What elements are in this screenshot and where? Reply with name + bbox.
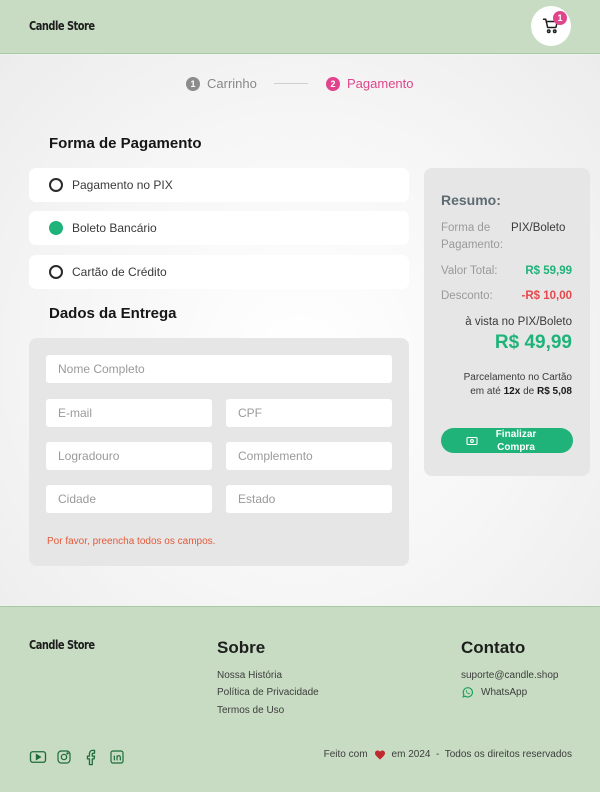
form-error-message: Por favor, preencha todos os campos. xyxy=(47,536,216,547)
summary-pix-label: à vista no PIX/Boleto xyxy=(465,316,572,328)
installments-prefix: em até xyxy=(470,386,501,397)
step-2-label: Pagamento xyxy=(347,76,414,91)
radio-boleto[interactable] xyxy=(49,221,63,235)
youtube-icon xyxy=(29,751,47,763)
name-input[interactable] xyxy=(46,355,392,383)
cart-count-badge: 1 xyxy=(553,11,567,25)
footer-copyright: Feito com em 2024 - Todos os direitos re… xyxy=(324,749,572,760)
footer-contact-title: Contato xyxy=(461,638,526,657)
payment-option-boleto[interactable]: Boleto Bancário xyxy=(29,211,409,245)
whatsapp-icon xyxy=(462,687,473,698)
summary-title: Resumo: xyxy=(441,192,501,208)
footer-link-terms[interactable]: Termos de Uso xyxy=(217,705,284,716)
step-divider xyxy=(274,83,308,84)
finish-purchase-button[interactable]: Finalizar Compra xyxy=(441,428,573,453)
linkedin-link[interactable] xyxy=(108,748,126,766)
city-input[interactable] xyxy=(46,485,212,513)
footer-link-privacy[interactable]: Política de Privacidade xyxy=(217,687,319,698)
finish-purchase-label: Finalizar Compra xyxy=(495,428,537,453)
cart-button[interactable]: 1 xyxy=(531,6,571,46)
step-1-number: 1 xyxy=(186,76,200,91)
site-header: Candle Store 1 xyxy=(0,0,600,54)
site-footer: Candle Store Sobre Nossa História Políti… xyxy=(0,606,600,792)
summary-payment-value: PIX/Boleto xyxy=(511,222,566,234)
step-1-label: Carrinho xyxy=(207,76,257,91)
summary-installments: Parcelamento no Cartão em até 12x de R$ … xyxy=(432,371,572,399)
copyright-prefix: Feito com xyxy=(323,749,368,760)
instagram-link[interactable] xyxy=(55,748,73,766)
payment-option-label: Boleto Bancário xyxy=(72,221,157,235)
summary-discount-label: Desconto: xyxy=(441,290,493,302)
payment-option-pix[interactable]: Pagamento no PIX xyxy=(29,168,409,202)
email-input[interactable] xyxy=(46,399,212,427)
summary-total-value: R$ 59,99 xyxy=(525,265,572,277)
footer-contact-email[interactable]: suporte@candle.shop xyxy=(461,670,558,681)
footer-logo[interactable]: Candle Store xyxy=(29,638,95,652)
installments-value: R$ 5,08 xyxy=(536,386,572,397)
street-input[interactable] xyxy=(46,442,212,470)
radio-card[interactable] xyxy=(49,265,63,279)
footer-contact-whatsapp[interactable]: WhatsApp xyxy=(461,686,527,699)
footer-about-title: Sobre xyxy=(217,638,266,657)
heart-icon xyxy=(374,749,386,760)
payment-option-label: Pagamento no PIX xyxy=(72,178,173,192)
installments-line-1: Parcelamento no Cartão xyxy=(463,372,572,383)
payment-section-title: Forma de Pagamento xyxy=(49,135,202,152)
facebook-icon xyxy=(86,749,96,765)
step-payment[interactable]: 2 Pagamento xyxy=(326,76,414,91)
linkedin-icon xyxy=(110,750,124,764)
facebook-link[interactable] xyxy=(82,748,100,766)
installments-times: 12x xyxy=(503,386,521,397)
complement-input[interactable] xyxy=(226,442,392,470)
footer-link-history[interactable]: Nossa História xyxy=(217,670,282,681)
step-2-number: 2 xyxy=(326,76,340,91)
copyright-suffix: em 2024 - Todos os direitos reservados xyxy=(391,749,572,760)
summary-payment-label: Forma de Pagamento: xyxy=(441,222,504,251)
step-cart[interactable]: 1 Carrinho xyxy=(186,76,257,91)
instagram-icon xyxy=(57,750,71,764)
delivery-section-title: Dados da Entrega xyxy=(49,305,177,322)
summary-discount-value: -R$ 10,00 xyxy=(521,290,572,302)
whatsapp-label: WhatsApp xyxy=(481,687,528,698)
cpf-input[interactable] xyxy=(226,399,392,427)
state-input[interactable] xyxy=(226,485,392,513)
summary-total-label: Valor Total: xyxy=(441,265,498,277)
payment-option-card[interactable]: Cartão de Crédito xyxy=(29,255,409,289)
installments-mid: de xyxy=(523,386,535,397)
header-logo[interactable]: Candle Store xyxy=(29,19,95,33)
money-bill-icon xyxy=(466,436,478,445)
payment-option-label: Cartão de Crédito xyxy=(72,265,167,279)
youtube-link[interactable] xyxy=(29,748,47,766)
installments-line-2: em até 12x de R$ 5,08 xyxy=(432,385,572,399)
radio-pix[interactable] xyxy=(49,178,63,192)
summary-pix-price: R$ 49,99 xyxy=(494,332,572,353)
